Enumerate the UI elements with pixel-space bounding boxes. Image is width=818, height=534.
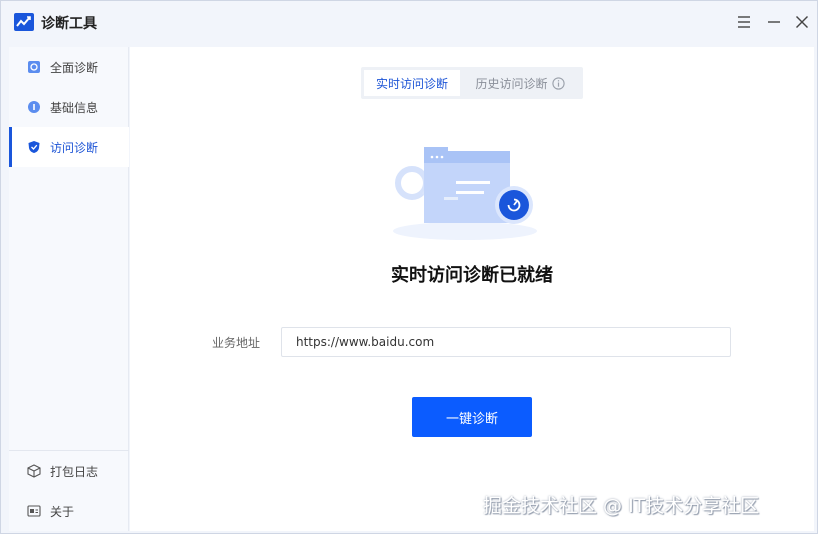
close-icon: [796, 16, 808, 28]
tab-history-diagnosis[interactable]: 历史访问诊断: [460, 70, 580, 96]
watermark-text: 掘金技术社区 @ IT技术分享社区: [483, 495, 760, 517]
full-diagnosis-icon: [28, 61, 40, 73]
shield-icon: [28, 141, 40, 153]
tab-label: 实时访问诊断: [375, 76, 448, 91]
tab-label: 历史访问诊断: [475, 76, 548, 91]
diagnosis-ready-illustration: [393, 147, 537, 240]
status-title: 实时访问诊断已就绪: [391, 265, 553, 286]
info-icon[interactable]: [551, 76, 565, 90]
app-window: 诊断工具 全面诊断 基础信息 访问诊断 打包日志 关于 实时访问诊断 历史访问诊…: [0, 0, 818, 534]
hamburger-icon: [738, 16, 750, 28]
sidebar-item-package-log[interactable]: 打包日志: [9, 451, 129, 491]
address-input[interactable]: [281, 327, 731, 357]
title-bar: 诊断工具: [1, 1, 817, 43]
sidebar-item-access-diagnosis[interactable]: 访问诊断: [9, 127, 129, 167]
chart-line-icon: [14, 13, 34, 31]
diagnose-button[interactable]: 一键诊断: [412, 397, 532, 437]
sidebar-item-label: 基础信息: [50, 100, 99, 115]
sidebar: 全面诊断 基础信息 访问诊断 打包日志 关于: [9, 47, 129, 531]
address-label: 业务地址: [212, 336, 261, 350]
main-panel: 实时访问诊断 历史访问诊断 实时访问诊断已就绪 业务地址 https://www…: [130, 47, 814, 531]
sidebar-item-label: 访问诊断: [50, 140, 99, 155]
close-button[interactable]: [791, 11, 813, 33]
sidebar-item-full-diagnosis[interactable]: 全面诊断: [9, 47, 129, 87]
tab-realtime-diagnosis[interactable]: 实时访问诊断: [364, 70, 460, 96]
tab-bar: 实时访问诊断 历史访问诊断: [361, 67, 583, 99]
sidebar-item-label: 全面诊断: [50, 60, 99, 75]
basic-info-icon: [28, 101, 40, 113]
app-title: 诊断工具: [41, 16, 97, 32]
menu-button[interactable]: [733, 11, 755, 33]
about-icon: [27, 505, 41, 517]
minimize-icon: [768, 21, 780, 23]
minimize-button[interactable]: [763, 11, 785, 33]
package-icon: [27, 464, 41, 478]
sidebar-item-about[interactable]: 关于: [9, 491, 129, 531]
sidebar-item-label: 打包日志: [50, 464, 99, 479]
sidebar-item-basic-info[interactable]: 基础信息: [9, 87, 129, 127]
sidebar-item-label: 关于: [50, 504, 75, 519]
